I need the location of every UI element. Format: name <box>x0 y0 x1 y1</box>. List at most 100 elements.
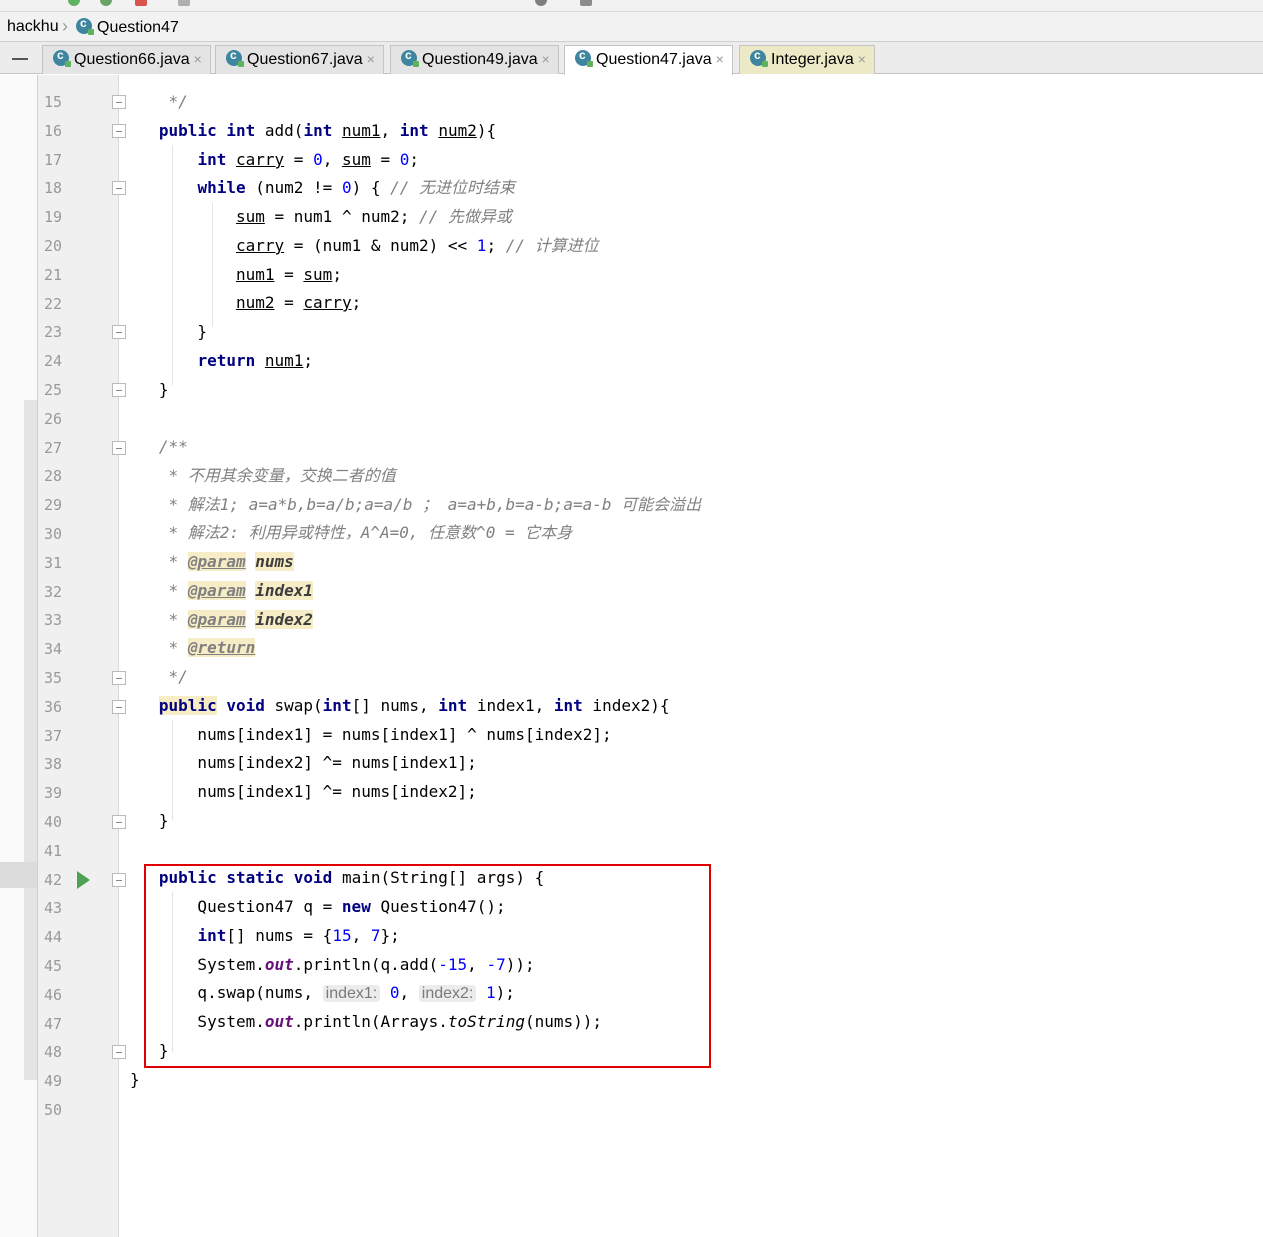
code-line-17: int carry = 0, sum = 0; <box>197 150 420 169</box>
tab-menu-icon[interactable] <box>12 58 28 60</box>
param: num2 <box>438 121 477 140</box>
fold-toggle-icon[interactable] <box>112 383 126 397</box>
tab-integer[interactable]: Integer.java× <box>739 45 875 74</box>
tab-label: Question66.java <box>74 51 190 68</box>
build-toolbar-icon[interactable] <box>178 0 190 6</box>
code-line-20: carry = (num1 & num2) << 1; // 计算进位 <box>235 236 599 255</box>
line-number: 29 <box>44 496 63 515</box>
code-line-28: * 不用其余变量，交换二者的值 <box>130 462 396 490</box>
close-icon[interactable]: × <box>858 51 866 67</box>
code-line-37: nums[index1] = nums[index1] ^ nums[index… <box>130 725 612 744</box>
navigation-bar: hackhu › Question47 <box>0 12 1263 42</box>
tab-question67[interactable]: Question67.java× <box>215 45 384 74</box>
doc-param-tag: @param <box>187 581 246 600</box>
code-line-31: * @param nums <box>168 552 294 571</box>
line-number: 37 <box>44 726 63 745</box>
code-line-38: nums[index2] ^= nums[index1]; <box>130 753 477 772</box>
doc-param-tag: @param <box>187 552 246 571</box>
java-class-icon <box>53 48 71 67</box>
fold-toggle-icon[interactable] <box>112 699 126 714</box>
line-number: 19 <box>44 208 63 227</box>
code-line-29: * 解法1; a=a*b,b=a/b;a=a/b ； a=a+b,b=a-b;a… <box>130 491 702 519</box>
close-icon[interactable]: × <box>194 51 202 67</box>
line-number: 25 <box>44 381 63 399</box>
line-number: 31 <box>44 553 63 572</box>
line-number: 28 <box>44 467 63 486</box>
code-line-23: } <box>130 322 208 341</box>
comment: // 无进位时结束 <box>390 178 516 197</box>
line-number: 45 <box>44 957 63 975</box>
fold-toggle-icon[interactable] <box>112 1045 126 1060</box>
breadcrumb-separator-icon: › <box>62 16 68 36</box>
code-line-39: nums[index1] ^= nums[index2]; <box>130 782 477 801</box>
breadcrumb-project[interactable]: hackhu <box>7 18 59 36</box>
code-line-35: */ <box>168 667 188 686</box>
line-number: 38 <box>44 755 63 774</box>
line-number: 22 <box>44 294 63 313</box>
tab-label: Question49.java <box>422 51 538 68</box>
fold-toggle-icon[interactable] <box>112 671 126 685</box>
breadcrumb-file-label: Question47 <box>97 19 179 36</box>
doc-param-name: index1 <box>255 581 314 600</box>
code-line-18: while (num2 != 0) { // 无进位时结束 <box>197 178 516 197</box>
fold-toggle-icon[interactable] <box>112 123 126 138</box>
tab-question49[interactable]: Question49.java× <box>390 45 559 74</box>
tab-label: Integer.java <box>771 51 854 68</box>
variable: sum <box>341 150 371 169</box>
run-toolbar-icon[interactable] <box>68 0 80 6</box>
debug-toolbar-icon[interactable] <box>100 0 112 6</box>
run-main-icon[interactable] <box>77 870 90 889</box>
close-icon[interactable]: × <box>367 51 375 67</box>
tab-question66[interactable]: Question66.java× <box>42 45 211 74</box>
code-line-49: } <box>130 1070 140 1089</box>
code-line-34: * @return <box>168 638 256 657</box>
doc-param-name: index2 <box>255 610 314 629</box>
search-toolbar-icon[interactable] <box>535 0 547 6</box>
fold-toggle-icon[interactable] <box>112 325 126 340</box>
java-class-icon <box>226 48 244 67</box>
code-line-21: num1 = sum; <box>235 265 342 284</box>
line-number: 16 <box>44 121 63 140</box>
code-line-22: num2 = carry; <box>235 293 362 312</box>
doc-return-tag: @return <box>187 638 256 657</box>
java-class-icon <box>575 48 593 67</box>
code-line-27: /** <box>158 437 188 456</box>
line-number: 27 <box>44 438 63 457</box>
line-number: 49 <box>44 1072 63 1091</box>
param: num1 <box>341 121 381 140</box>
doc-comment: * 不用其余变量，交换二者的值 <box>168 466 396 485</box>
doc-comment: * 解法1; a=a*b,b=a/b;a=a/b ； a=a+b,b=a-b;a… <box>168 495 702 514</box>
line-number: 50 <box>44 1101 63 1119</box>
highlight-annotation-box <box>144 864 711 1068</box>
line-number: 35 <box>44 669 63 687</box>
fold-toggle-icon[interactable] <box>112 181 126 196</box>
line-number: 42 <box>44 870 63 889</box>
breadcrumb-file[interactable]: Question47 <box>76 16 179 37</box>
line-number: 47 <box>44 1014 63 1033</box>
code-line-24: return num1; <box>197 351 314 370</box>
line-number: 15 <box>44 93 63 111</box>
code-line-40: } <box>130 811 169 830</box>
line-number: 46 <box>44 985 63 1004</box>
settings-toolbar-icon[interactable] <box>580 0 592 6</box>
fold-toggle-icon[interactable] <box>112 815 126 829</box>
line-number: 18 <box>44 179 63 198</box>
tab-question47[interactable]: Question47.java× <box>564 45 733 75</box>
code-line-36: public void swap(int[] nums, int index1,… <box>158 696 670 715</box>
fold-toggle-icon[interactable] <box>112 440 126 455</box>
java-class-icon <box>76 16 94 35</box>
method-name: add <box>264 121 294 140</box>
line-number: 20 <box>44 237 63 255</box>
stop-toolbar-icon[interactable] <box>135 0 147 6</box>
tab-label: Question47.java <box>596 51 712 68</box>
structure-scroll-marker <box>24 400 37 1080</box>
line-number: 39 <box>44 784 63 803</box>
fold-toggle-icon[interactable] <box>112 872 126 887</box>
close-icon[interactable]: × <box>542 51 550 67</box>
tab-label: Question67.java <box>247 51 363 68</box>
fold-toggle-icon[interactable] <box>112 95 126 109</box>
line-number: 26 <box>44 409 63 428</box>
close-icon[interactable]: × <box>716 51 724 67</box>
line-number: 23 <box>44 323 63 342</box>
code-line-15: */ <box>130 88 188 116</box>
